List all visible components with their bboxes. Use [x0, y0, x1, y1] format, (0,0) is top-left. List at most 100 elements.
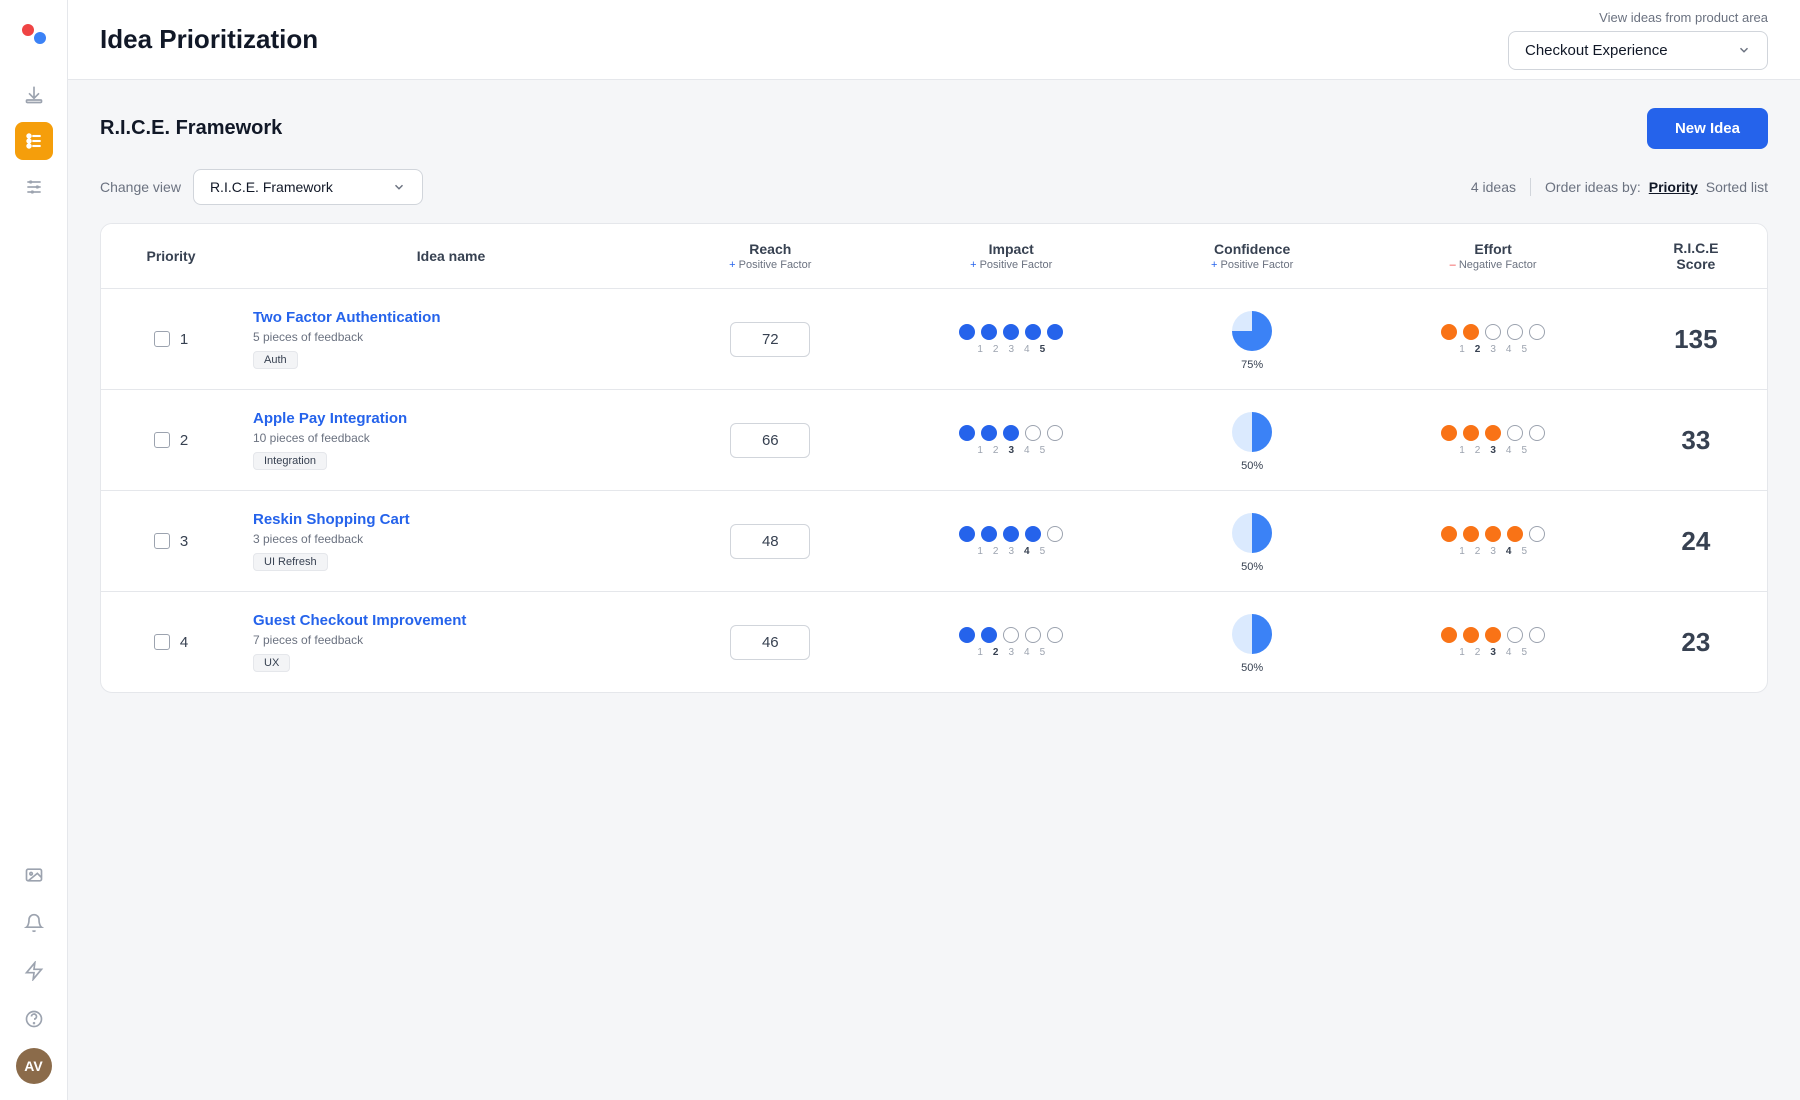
effort-rating: 12345 [1373, 425, 1612, 456]
view-select-dropdown[interactable]: R.I.C.E. Framework [193, 169, 423, 205]
rice-score-cell: 24 [1625, 491, 1767, 592]
rice-score-cell: 23 [1625, 592, 1767, 693]
chevron-down-icon [392, 180, 406, 194]
sidebar-item-help[interactable] [15, 1000, 53, 1038]
effort-dot [1441, 627, 1457, 643]
view-select-value: R.I.C.E. Framework [210, 179, 333, 195]
table-header-row: Priority Idea name Reach + Positive Fact… [101, 224, 1767, 289]
impact-dot [959, 324, 975, 340]
reach-cell [661, 289, 880, 390]
idea-tag: UX [253, 654, 290, 672]
rice-score-value: 33 [1681, 425, 1710, 455]
impact-rating: 12345 [892, 627, 1131, 658]
app-logo[interactable] [16, 16, 52, 52]
sidebar-item-download[interactable] [15, 76, 53, 114]
priority-cell: 3 [101, 491, 241, 592]
sidebar-item-sliders[interactable] [15, 168, 53, 206]
effort-dot [1507, 324, 1523, 340]
idea-name-link[interactable]: Guest Checkout Improvement [253, 612, 649, 629]
ideas-table: Priority Idea name Reach + Positive Fact… [101, 224, 1767, 692]
framework-header: R.I.C.E. Framework New Idea [100, 108, 1768, 149]
impact-cell: 12345 [880, 289, 1143, 390]
sidebar-item-bell[interactable] [15, 904, 53, 942]
sidebar-item-lightning[interactable] [15, 952, 53, 990]
idea-name-link[interactable]: Reskin Shopping Cart [253, 511, 649, 528]
effort-dot [1529, 425, 1545, 441]
confidence-label: 50% [1241, 561, 1263, 573]
effort-dot [1463, 324, 1479, 340]
effort-cell: 12345 [1361, 289, 1624, 390]
order-group: 4 ideas Order ideas by: Priority Sorted … [1471, 178, 1768, 196]
impact-cell: 12345 [880, 491, 1143, 592]
new-idea-button[interactable]: New Idea [1647, 108, 1768, 149]
effort-dot [1463, 526, 1479, 542]
effort-dot [1529, 324, 1545, 340]
col-effort-sub: – Negative Factor [1373, 259, 1612, 271]
idea-name-link[interactable]: Two Factor Authentication [253, 309, 649, 326]
topbar: Idea Prioritization View ideas from prod… [68, 0, 1800, 80]
controls-row: Change view R.I.C.E. Framework 4 ideas O… [100, 169, 1768, 205]
user-avatar[interactable]: AV [16, 1048, 52, 1084]
effort-dot [1529, 627, 1545, 643]
impact-rating: 12345 [892, 526, 1131, 557]
effort-dot [1485, 627, 1501, 643]
reach-cell [661, 592, 880, 693]
confidence-cell: 50% [1143, 390, 1362, 491]
product-area-dropdown[interactable]: Checkout Experience [1508, 31, 1768, 70]
effort-dot [1463, 425, 1479, 441]
row-checkbox[interactable] [154, 331, 170, 347]
impact-dot [1025, 324, 1041, 340]
impact-dot [959, 425, 975, 441]
effort-rating: 12345 [1373, 324, 1612, 355]
effort-dot [1441, 425, 1457, 441]
confidence-pie [1228, 509, 1276, 557]
idea-name-cell: Two Factor Authentication 5 pieces of fe… [241, 289, 661, 390]
reach-input[interactable] [730, 625, 810, 660]
order-sorted-button[interactable]: Sorted list [1706, 179, 1768, 195]
effort-cell: 12345 [1361, 491, 1624, 592]
confidence-indicator: 75% [1155, 307, 1350, 371]
idea-name-cell: Apple Pay Integration 10 pieces of feedb… [241, 390, 661, 491]
idea-name-link[interactable]: Apple Pay Integration [253, 410, 649, 427]
rice-score-cell: 33 [1625, 390, 1767, 491]
table-row: 2 Apple Pay Integration 10 pieces of fee… [101, 390, 1767, 491]
priority-cell: 4 [101, 592, 241, 693]
row-checkbox[interactable] [154, 432, 170, 448]
idea-feedback: 3 pieces of feedback [253, 532, 649, 546]
impact-dot [981, 526, 997, 542]
reach-input[interactable] [730, 423, 810, 458]
reach-input[interactable] [730, 322, 810, 357]
impact-dot [1047, 526, 1063, 542]
row-checkbox[interactable] [154, 634, 170, 650]
effort-dot [1441, 526, 1457, 542]
impact-cell: 12345 [880, 592, 1143, 693]
col-confidence-sub: + Positive Factor [1155, 259, 1350, 271]
ideas-table-wrapper: Priority Idea name Reach + Positive Fact… [100, 223, 1768, 693]
confidence-label: 50% [1241, 662, 1263, 674]
impact-dot [1003, 526, 1019, 542]
idea-name-cell: Guest Checkout Improvement 7 pieces of f… [241, 592, 661, 693]
table-row: 1 Two Factor Authentication 5 pieces of … [101, 289, 1767, 390]
idea-tag: UI Refresh [253, 553, 328, 571]
confidence-label: 75% [1241, 359, 1263, 371]
confidence-pie [1228, 307, 1276, 355]
product-area-value: Checkout Experience [1525, 42, 1668, 59]
impact-rating: 12345 [892, 425, 1131, 456]
impact-dot [1047, 324, 1063, 340]
sidebar-item-prioritize[interactable] [15, 122, 53, 160]
reach-input[interactable] [730, 524, 810, 559]
impact-dot [1003, 425, 1019, 441]
idea-feedback: 5 pieces of feedback [253, 330, 649, 344]
ideas-count: 4 ideas [1471, 179, 1516, 195]
col-priority: Priority [101, 224, 241, 289]
order-priority-button[interactable]: Priority [1649, 179, 1698, 195]
impact-dot [1047, 425, 1063, 441]
sidebar-item-image[interactable] [15, 856, 53, 894]
row-checkbox[interactable] [154, 533, 170, 549]
impact-cell: 12345 [880, 390, 1143, 491]
effort-dot [1485, 324, 1501, 340]
impact-dot [959, 627, 975, 643]
chevron-down-icon [1737, 43, 1751, 57]
idea-feedback: 7 pieces of feedback [253, 633, 649, 647]
impact-dot [981, 324, 997, 340]
